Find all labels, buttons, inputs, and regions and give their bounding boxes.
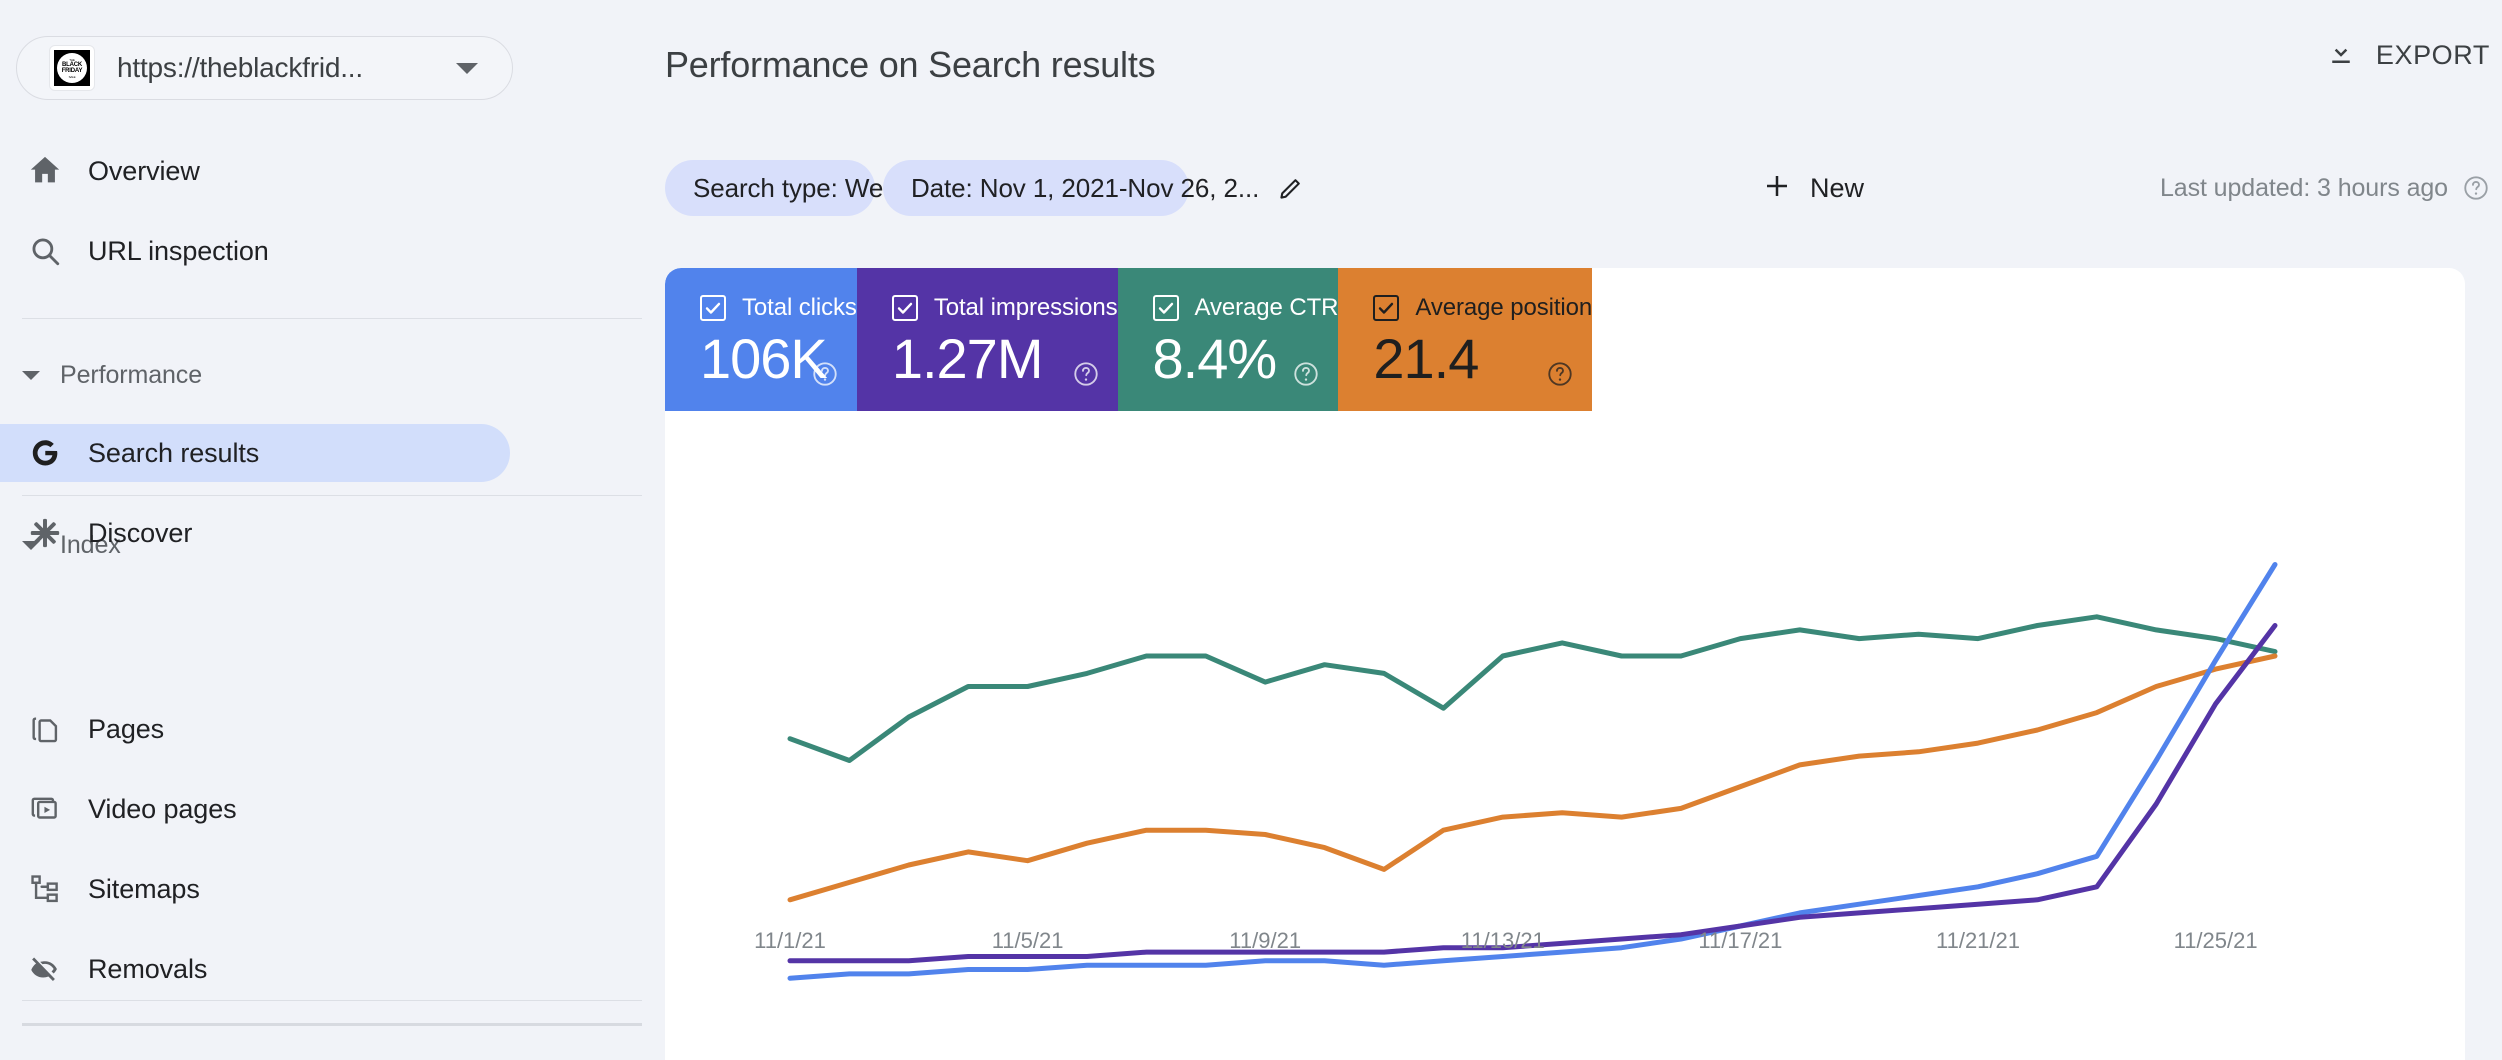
download-icon [2326,38,2356,73]
x-axis-tick-label: 11/17/21 [1698,928,1782,954]
metric-label: Total impressions [934,294,1118,322]
sidebar-item-overview[interactable]: Overview [0,142,510,200]
home-icon [24,154,66,188]
help-circle-icon[interactable] [1292,360,1320,393]
google-g-icon [24,436,66,470]
sidebar-item-pages[interactable]: Pages [0,700,510,758]
metric-card-total-impressions[interactable]: Total impressions1.27M [857,268,1118,411]
site-favicon: THE BLACK FRIDAY SALE [49,45,95,91]
sidebar-item-label: Search results [88,438,259,469]
sidebar-item-label: URL inspection [88,236,269,267]
plus-icon [1762,171,1792,206]
sidebar-divider [22,318,642,319]
site-url-label: https://theblackfrid... [117,52,363,84]
help-circle-icon[interactable] [1072,360,1100,393]
chart-x-axis: 11/1/21 11/5/21 11/9/21 11/13/21 11/17/21 11/… [665,928,2465,968]
favicon-bottom-text: SALE [69,75,76,79]
x-axis-tick-label: 11/25/21 [2174,928,2258,954]
sidebar-item-discover[interactable]: Discover [0,504,510,562]
sidebar-item-label: Pages [88,714,164,745]
x-axis-tick-label: 11/21/21 [1936,928,2020,954]
metric-card-average-ctr[interactable]: Average CTR8.4% [1118,268,1339,411]
pencil-icon[interactable] [1277,174,1305,202]
removals-icon [24,952,66,986]
main-content: Performance on Search results EXPORT Sea… [665,0,2502,1060]
sidebar-item-removals[interactable]: Removals [0,940,510,998]
x-axis-tick-label: 11/1/21 [754,928,826,954]
sidebar-divider [22,495,642,496]
x-axis-tick-label: 11/13/21 [1461,928,1545,954]
chevron-down-icon [22,371,40,380]
chevron-down-icon[interactable] [456,63,478,74]
discover-icon [24,516,66,550]
export-label: EXPORT [2376,40,2490,71]
metric-label: Total clicks [742,294,857,322]
sidebar-item-search-results[interactable]: Search results [0,424,510,482]
search-icon [24,234,66,268]
page-title: Performance on Search results [665,44,1155,86]
metric-checkbox[interactable] [892,295,918,321]
chart-line-total-impressions [790,626,2275,961]
sidebar-item-sitemaps[interactable]: Sitemaps [0,860,510,918]
filter-chip-date[interactable]: Date: Nov 1, 2021-Nov 26, 2... [883,160,1189,216]
metric-checkbox[interactable] [1373,295,1399,321]
x-axis-tick-label: 11/9/21 [1229,928,1301,954]
last-updated-label: Last updated: 3 hours ago [2160,174,2448,203]
metric-card-average-position[interactable]: Average position21.4 [1338,268,1592,411]
help-circle-icon[interactable] [1546,360,1574,393]
sidebar-divider [22,1000,642,1001]
sidebar-item-url-inspection[interactable]: URL inspection [0,222,510,280]
export-button[interactable]: EXPORT [2326,38,2490,73]
sidebar-item-label: Video pages [88,794,237,825]
chart-line-average-ctr [790,617,2275,761]
filter-chip-search-type[interactable]: Search type: Web [665,160,875,216]
metric-checkbox[interactable] [1153,295,1179,321]
sidebar-item-label: Removals [88,954,207,985]
metric-card-total-clicks[interactable]: Total clicks106K [665,268,857,411]
filter-chip-label: Date: Nov 1, 2021-Nov 26, 2... [911,173,1259,204]
chart-line-total-clicks [790,565,2275,979]
sitemaps-icon [24,872,66,906]
filter-chip-label: Search type: Web [693,173,898,204]
chart-line-average-position [790,656,2275,900]
performance-chart-card: Total clicks106KTotal impressions1.27MAv… [665,268,2465,1060]
last-updated: Last updated: 3 hours ago [2160,160,2490,216]
sidebar-item-label: Discover [88,518,192,549]
new-filter-button[interactable]: New [1762,160,1864,216]
sidebar: THE BLACK FRIDAY SALE https://theblackfr… [0,0,665,1060]
sidebar-item-label: Sitemaps [88,874,200,905]
x-axis-tick-label: 11/5/21 [992,928,1064,954]
sidebar-item-video-pages[interactable]: Video pages [0,780,510,838]
sidebar-group-label: Performance [60,361,202,390]
help-circle-icon[interactable] [811,360,839,393]
sidebar-group-performance[interactable]: Performance [22,355,202,395]
sidebar-scrollbar[interactable] [22,1023,642,1026]
metric-label: Average CTR [1195,294,1339,322]
new-filter-label: New [1810,173,1864,204]
pages-icon [24,712,66,746]
sidebar-item-label: Overview [88,156,200,187]
help-circle-icon[interactable] [2462,174,2490,202]
site-selector[interactable]: THE BLACK FRIDAY SALE https://theblackfr… [16,36,513,100]
metric-checkbox[interactable] [700,295,726,321]
metric-label: Average position [1415,294,1592,322]
video-pages-icon [24,792,66,826]
metric-cards: Total clicks106KTotal impressions1.27MAv… [665,268,1567,411]
